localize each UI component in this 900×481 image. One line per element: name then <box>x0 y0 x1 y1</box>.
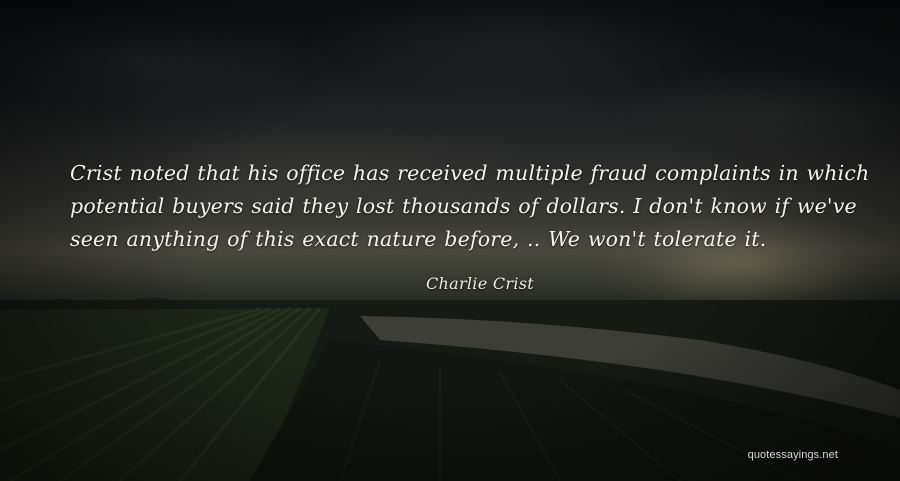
quote-author: Charlie Crist <box>425 274 535 293</box>
quote-text: Crist noted that his office has received… <box>70 161 870 251</box>
quote-image: Crist noted that his office has received… <box>0 0 900 481</box>
site-watermark: quotessayings.net <box>747 449 838 461</box>
